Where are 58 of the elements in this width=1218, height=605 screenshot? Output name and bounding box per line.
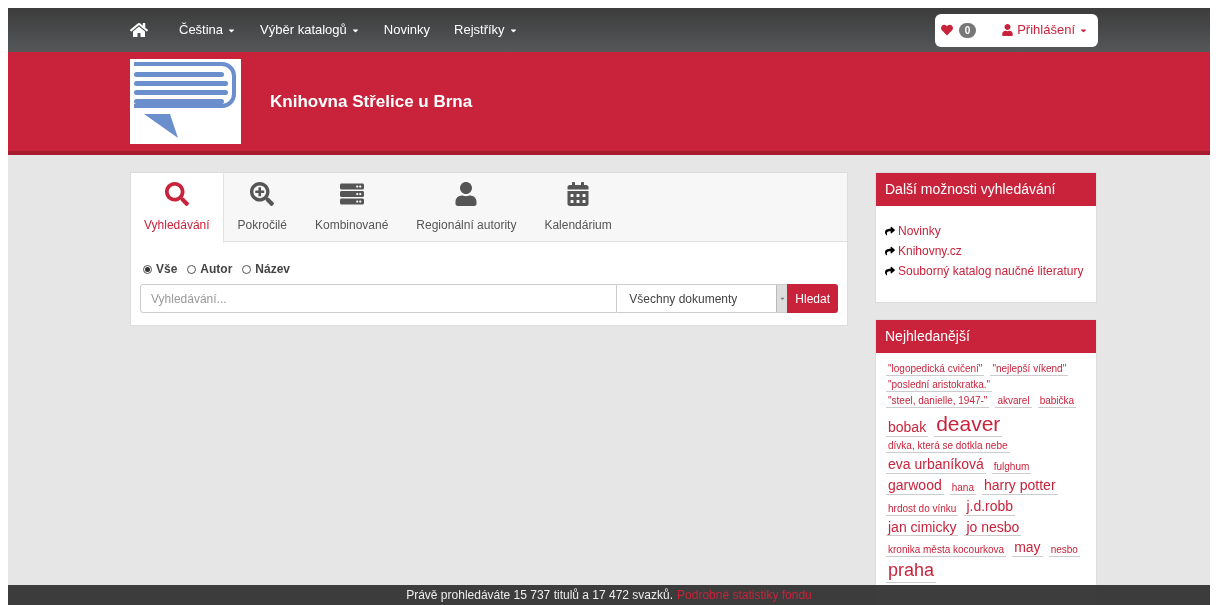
calendar-icon [566,181,591,206]
tag-link[interactable]: fulghum [991,461,1032,474]
search-link[interactable]: Novinky [885,222,1087,240]
search-tab[interactable]: Pokročilé [223,173,301,242]
tag-link[interactable]: harry potter [981,477,1058,495]
user-icon [454,181,479,206]
search-icon [164,182,189,206]
scope-radio[interactable]: Vše [143,260,178,278]
favorites-count: 0 [958,22,977,38]
tag-link[interactable]: eva urbaníková [886,456,986,474]
search-field[interactable]: Vyhledávání... [140,284,618,313]
search-tab[interactable]: Regionální autority [402,173,531,242]
tag-link[interactable]: may [1012,539,1043,558]
tag-link[interactable]: praha [886,560,937,583]
user-icon [1002,24,1014,36]
home-icon[interactable] [130,21,148,39]
panel-heading: Další možnosti vyhledávání [876,173,1096,206]
caret-icon [778,295,786,302]
tag-link[interactable]: deaver [934,411,1003,438]
tag-link[interactable]: jo nesbo [964,518,1022,537]
document-type-select[interactable]: Všechny dokumenty [617,284,788,313]
library-title: Knihovna Střelice u Brna [270,90,473,113]
panel-heading: Nejhledanější [876,320,1096,353]
nav-menu-item[interactable]: Výběr katalogů [248,20,372,40]
scope-radio[interactable]: Autor [187,260,233,278]
tag-link[interactable]: akvarel [995,395,1032,408]
arrow-icon [885,226,895,236]
tag-link[interactable]: bobak [886,419,929,438]
tag-link[interactable]: kronika města kocourkova [886,544,1007,558]
tag-link[interactable]: babička [1037,395,1077,408]
nav-menu-item[interactable]: Novinky [371,20,443,40]
arrow-icon [885,246,895,256]
tag-link[interactable]: j.d.robb [964,497,1016,516]
nav-menu-item[interactable]: Čeština [167,20,249,40]
search-link[interactable]: Souborný katalog naučné literatury [885,262,1087,280]
search-tab[interactable]: Vyhledávání [131,173,224,243]
tag-link[interactable]: garwood [886,477,944,495]
tag-link[interactable]: "logopedická cvičení" [886,363,985,376]
tag-link[interactable]: jan cimicky [886,518,959,537]
arrow-icon [885,266,895,276]
zoom-in-icon [250,181,275,206]
server-icon [339,181,364,206]
tag-link[interactable]: dívka, která se dotkla nebe [886,440,1010,454]
scope-radio[interactable]: Název [242,260,291,278]
search-tab[interactable]: Kombinované [300,173,403,242]
footer-text: Právě prohledáváte 15 737 titulů a 17 472 svazků. [406,587,674,604]
nav-menu-item[interactable]: Rejstříky [442,20,530,40]
tag-link[interactable]: "poslední aristokratka." [886,379,993,392]
login-menu[interactable]: Přihlášení [1002,20,1088,40]
heart-icon[interactable] [940,24,953,36]
search-link[interactable]: Knihovny.cz [885,242,1087,260]
tag-link[interactable]: nesbo [1048,544,1080,558]
tag-link[interactable]: hrdost do vínku [886,502,959,516]
search-tab[interactable]: Kalendárium [530,173,626,242]
tag-link[interactable]: "nejlepší víkend" [990,363,1069,376]
search-button[interactable]: Hledat [787,284,838,313]
tag-link[interactable]: "steel, danielle, 1947-" [886,395,990,408]
tag-link[interactable]: hana [949,481,976,495]
